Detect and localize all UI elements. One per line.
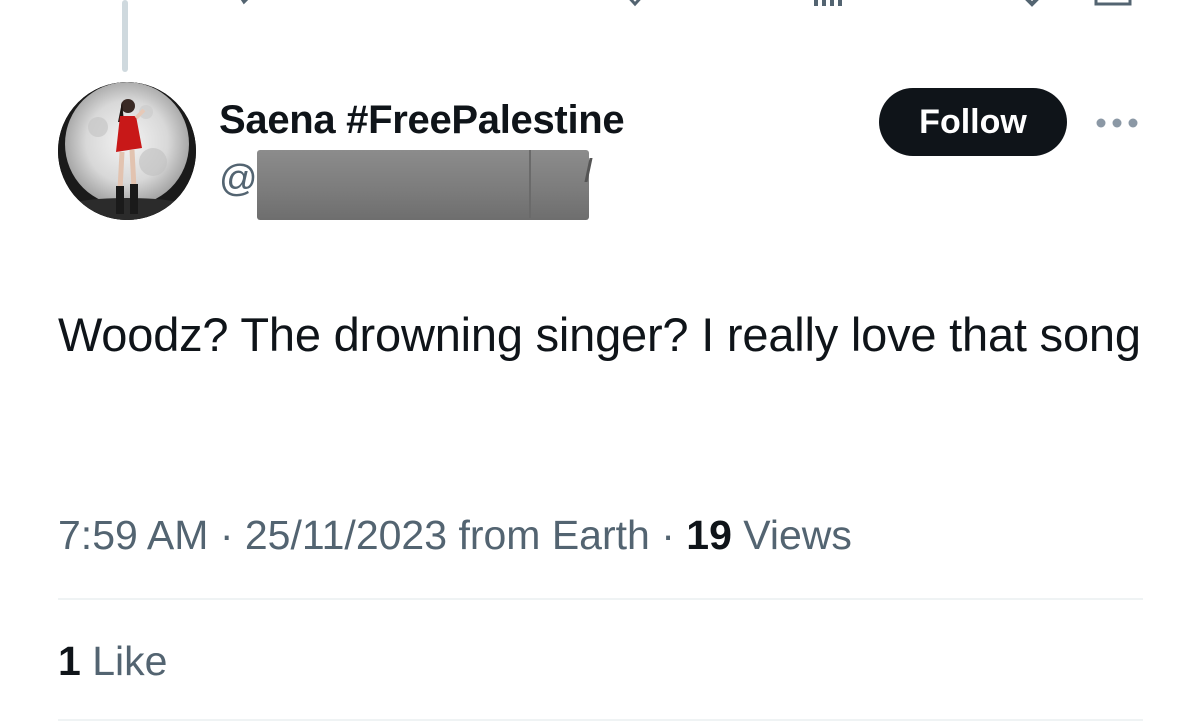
reply-icon[interactable] (230, 0, 260, 10)
author-handle[interactable]: @ (219, 158, 258, 201)
tweet-source: from Earth (447, 512, 650, 558)
bookmark-icon[interactable] (1014, 0, 1050, 10)
more-options-button[interactable] (1094, 108, 1140, 138)
likes-count: 1 (58, 638, 81, 684)
more-horizontal-icon (1096, 118, 1138, 128)
author-display-name[interactable]: Saena #FreePalestine (219, 98, 625, 143)
tweet-time[interactable]: 7:59 AM (58, 512, 208, 558)
meta-separator: · (649, 512, 687, 558)
meta-separator: · (208, 512, 245, 558)
divider (58, 598, 1143, 600)
like-icon[interactable] (620, 0, 650, 10)
share-icon[interactable] (1092, 0, 1134, 10)
divider (58, 719, 1143, 721)
tweet-date[interactable]: 25/11/2023 (245, 512, 447, 558)
views-icon[interactable] (808, 0, 848, 10)
avatar[interactable] (58, 82, 196, 220)
handle-redaction (257, 150, 589, 220)
avatar-image (58, 82, 196, 220)
previous-tweet-actions (0, 0, 1200, 10)
tweet-text: Woodz? The drowning singer? I really lov… (58, 308, 1141, 361)
follow-button[interactable]: Follow (879, 88, 1067, 156)
views-label: Views (731, 512, 852, 558)
likes-link[interactable]: 1 Like (58, 638, 167, 685)
thread-connector-line (122, 0, 128, 72)
tweet-metadata: 7:59 AM · 25/11/2023 from Earth · 19 Vie… (58, 512, 852, 559)
likes-label: Like (80, 638, 168, 684)
views-count: 19 (686, 512, 732, 558)
